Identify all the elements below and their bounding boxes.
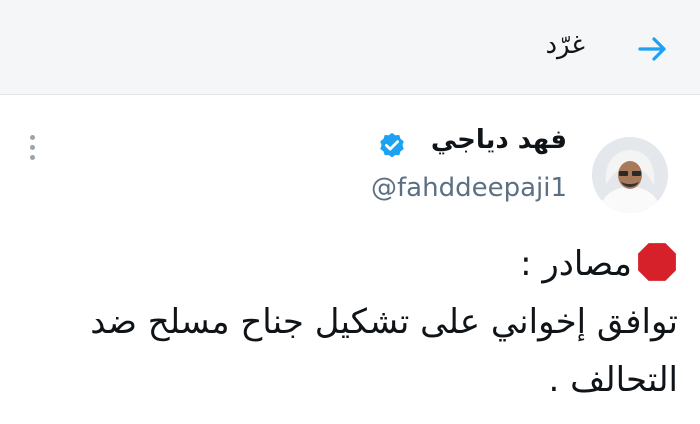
profile-photo <box>592 137 668 213</box>
arrow-icon <box>638 37 666 61</box>
tweet-line-2: توافق إخواني على تشكيل جناح مسلح ضد <box>90 302 678 342</box>
more-vertical-icon <box>30 135 35 140</box>
tweet-text: مصادر : توافق إخواني على تشكيل جناح مسلح… <box>18 235 678 409</box>
tweet-card: فهد دياجي @fahddeepaji1 مصادر : توافق إخ… <box>0 95 700 424</box>
top-bar: غرّد <box>0 0 700 95</box>
avatar[interactable] <box>592 137 668 213</box>
user-handle[interactable]: @fahddeepaji1 <box>371 173 567 203</box>
more-options-button[interactable] <box>24 133 40 163</box>
page-title: غرّد <box>545 30 585 60</box>
back-button[interactable] <box>636 32 670 66</box>
tweet-line-3: التحالف . <box>548 360 678 400</box>
stop-sign-icon <box>638 242 676 281</box>
display-name[interactable]: فهد دياجي <box>431 125 567 155</box>
verified-badge-icon <box>380 132 404 158</box>
tweet-line-1: مصادر : <box>18 235 678 293</box>
app-window: غرّد فهد دياجي @fahddeepaji1 مصادر: توا… <box>0 0 700 424</box>
